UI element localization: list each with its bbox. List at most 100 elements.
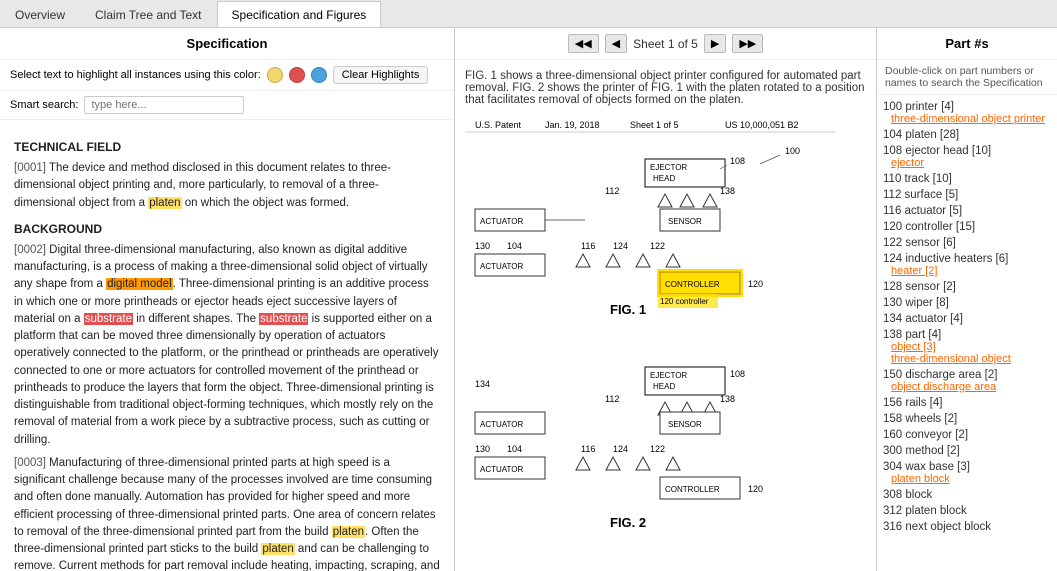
highlight-label: Select text to highlight all instances u… — [10, 69, 261, 81]
part-link-108[interactable]: ejector — [891, 157, 1051, 169]
svg-text:116: 116 — [581, 241, 595, 251]
svg-text:138: 138 — [720, 394, 735, 404]
part-num-104[interactable]: 104 platen [28] — [883, 129, 959, 141]
spec-content: TECHNICAL FIELD [0001] The device and me… — [0, 120, 454, 571]
para-0003: [0003] Manufacturing of three-dimensiona… — [14, 455, 440, 571]
svg-text:112: 112 — [605, 186, 619, 196]
spec-header: Specification — [0, 28, 454, 60]
svg-text:120 controller: 120 controller — [660, 297, 709, 306]
part-link-100[interactable]: three-dimensional object printer — [891, 113, 1051, 125]
svg-text:FIG. 2: FIG. 2 — [610, 515, 646, 530]
part-num-160[interactable]: 160 conveyor [2] — [883, 429, 968, 441]
part-304: 304 wax base [3] platen block — [883, 459, 1051, 485]
color-red[interactable] — [289, 67, 305, 83]
tab-overview[interactable]: Overview — [0, 1, 80, 27]
svg-text:104: 104 — [507, 241, 522, 251]
part-158: 158 wheels [2] — [883, 411, 1051, 425]
part-116: 116 actuator [5] — [883, 203, 1051, 217]
spec-panel: Specification Select text to highlight a… — [0, 28, 455, 571]
part-124: 124 inductive heaters [6] heater [2] — [883, 251, 1051, 277]
fig1-container: U.S. Patent Jan. 19, 2018 Sheet 1 of 5 U… — [465, 114, 866, 337]
part-num-122[interactable]: 122 sensor [6] — [883, 237, 956, 249]
svg-text:CONTROLLER: CONTROLLER — [665, 280, 720, 289]
smart-search-row: Smart search: — [0, 91, 454, 120]
svg-text:138: 138 — [720, 186, 735, 196]
part-num-130[interactable]: 130 wiper [8] — [883, 297, 949, 309]
svg-text:108: 108 — [730, 156, 745, 166]
parts-header: Part #s — [877, 28, 1057, 60]
svg-text:US 10,000,051 B2: US 10,000,051 B2 — [725, 120, 799, 130]
svg-text:U.S. Patent: U.S. Patent — [475, 120, 522, 130]
part-num-138[interactable]: 138 part [4] — [883, 329, 941, 341]
svg-text:100: 100 — [785, 146, 800, 156]
part-112: 112 surface [5] — [883, 187, 1051, 201]
part-num-300[interactable]: 300 method [2] — [883, 445, 960, 457]
part-num-316[interactable]: 316 next object block — [883, 521, 991, 533]
part-num-100[interactable]: 100 printer [4] — [883, 101, 954, 113]
part-308: 308 block — [883, 487, 1051, 501]
part-link-304[interactable]: platen block — [891, 473, 1051, 485]
highlight-platen-3: platen — [261, 543, 294, 555]
svg-text:HEAD: HEAD — [653, 174, 675, 183]
part-num-312[interactable]: 312 platen block — [883, 505, 967, 517]
color-blue[interactable] — [311, 67, 327, 83]
svg-text:SENSOR: SENSOR — [668, 217, 702, 226]
part-link-138b[interactable]: three-dimensional object — [891, 353, 1051, 365]
svg-text:134: 134 — [475, 379, 490, 389]
part-108: 108 ejector head [10] ejector — [883, 143, 1051, 169]
para-0001: [0001] The device and method disclosed i… — [14, 160, 440, 212]
part-100: 100 printer [4] three-dimensional object… — [883, 99, 1051, 125]
nav-next-button[interactable]: ▶▶ — [732, 34, 763, 53]
svg-text:112: 112 — [605, 394, 619, 404]
tab-spec-figures[interactable]: Specification and Figures — [217, 1, 382, 27]
smart-search-input[interactable] — [84, 96, 244, 114]
svg-text:Jan. 19, 2018: Jan. 19, 2018 — [545, 120, 600, 130]
fig-panel: ◀◀ ◀ Sheet 1 of 5 ▶ ▶▶ FIG. 1 shows a th… — [455, 28, 877, 571]
section-background: BACKGROUND — [14, 220, 440, 238]
highlight-platen-2: platen — [332, 526, 365, 538]
highlight-substrate: substrate — [84, 313, 133, 325]
part-num-134[interactable]: 134 actuator [4] — [883, 313, 963, 325]
part-link-124[interactable]: heater [2] — [891, 265, 1051, 277]
svg-text:ACTUATOR: ACTUATOR — [480, 217, 523, 226]
nav-prev-button[interactable]: ◀◀ — [568, 34, 599, 53]
svg-text:ACTUATOR: ACTUATOR — [480, 420, 523, 429]
svg-text:Sheet 1 of 5: Sheet 1 of 5 — [630, 120, 679, 130]
part-num-150[interactable]: 150 discharge area [2] — [883, 369, 997, 381]
nav-forward-button[interactable]: ▶ — [704, 34, 726, 53]
svg-text:ACTUATOR: ACTUATOR — [480, 465, 523, 474]
svg-text:SENSOR: SENSOR — [668, 420, 702, 429]
tab-bar: Overview Claim Tree and Text Specificati… — [0, 0, 1057, 28]
fig-caption: FIG. 1 shows a three-dimensional object … — [465, 70, 866, 106]
part-num-156[interactable]: 156 rails [4] — [883, 397, 942, 409]
part-312: 312 platen block — [883, 503, 1051, 517]
part-link-150[interactable]: object discharge area — [891, 381, 1051, 393]
part-num-110[interactable]: 110 track [10] — [883, 173, 952, 185]
part-num-304[interactable]: 304 wax base [3] — [883, 461, 970, 473]
part-num-128[interactable]: 128 sensor [2] — [883, 281, 956, 293]
svg-text:124: 124 — [613, 444, 628, 454]
tab-claim-tree[interactable]: Claim Tree and Text — [80, 1, 217, 27]
svg-text:122: 122 — [650, 444, 665, 454]
part-104: 104 platen [28] — [883, 127, 1051, 141]
part-num-108[interactable]: 108 ejector head [10] — [883, 145, 991, 157]
part-num-112[interactable]: 112 surface [5] — [883, 189, 958, 201]
para-num: [0001] — [14, 162, 46, 174]
svg-text:130: 130 — [475, 444, 490, 454]
part-num-116[interactable]: 116 actuator [5] — [883, 205, 962, 217]
para-num-2: [0002] — [14, 244, 46, 256]
nav-back-button[interactable]: ◀ — [605, 34, 627, 53]
svg-text:EJECTOR: EJECTOR — [650, 163, 687, 172]
svg-text:130: 130 — [475, 241, 490, 251]
part-num-124[interactable]: 124 inductive heaters [6] — [883, 253, 1008, 265]
color-yellow[interactable] — [267, 67, 283, 83]
fig-content: FIG. 1 shows a three-dimensional object … — [455, 60, 876, 571]
part-num-308[interactable]: 308 block — [883, 489, 932, 501]
section-technical-field: TECHNICAL FIELD — [14, 138, 440, 156]
clear-highlights-button[interactable]: Clear Highlights — [333, 66, 429, 84]
part-316: 316 next object block — [883, 519, 1051, 533]
part-link-138a[interactable]: object [3] — [891, 341, 1051, 353]
part-num-158[interactable]: 158 wheels [2] — [883, 413, 957, 425]
svg-text:EJECTOR: EJECTOR — [650, 371, 687, 380]
part-num-120[interactable]: 120 controller [15] — [883, 221, 975, 233]
